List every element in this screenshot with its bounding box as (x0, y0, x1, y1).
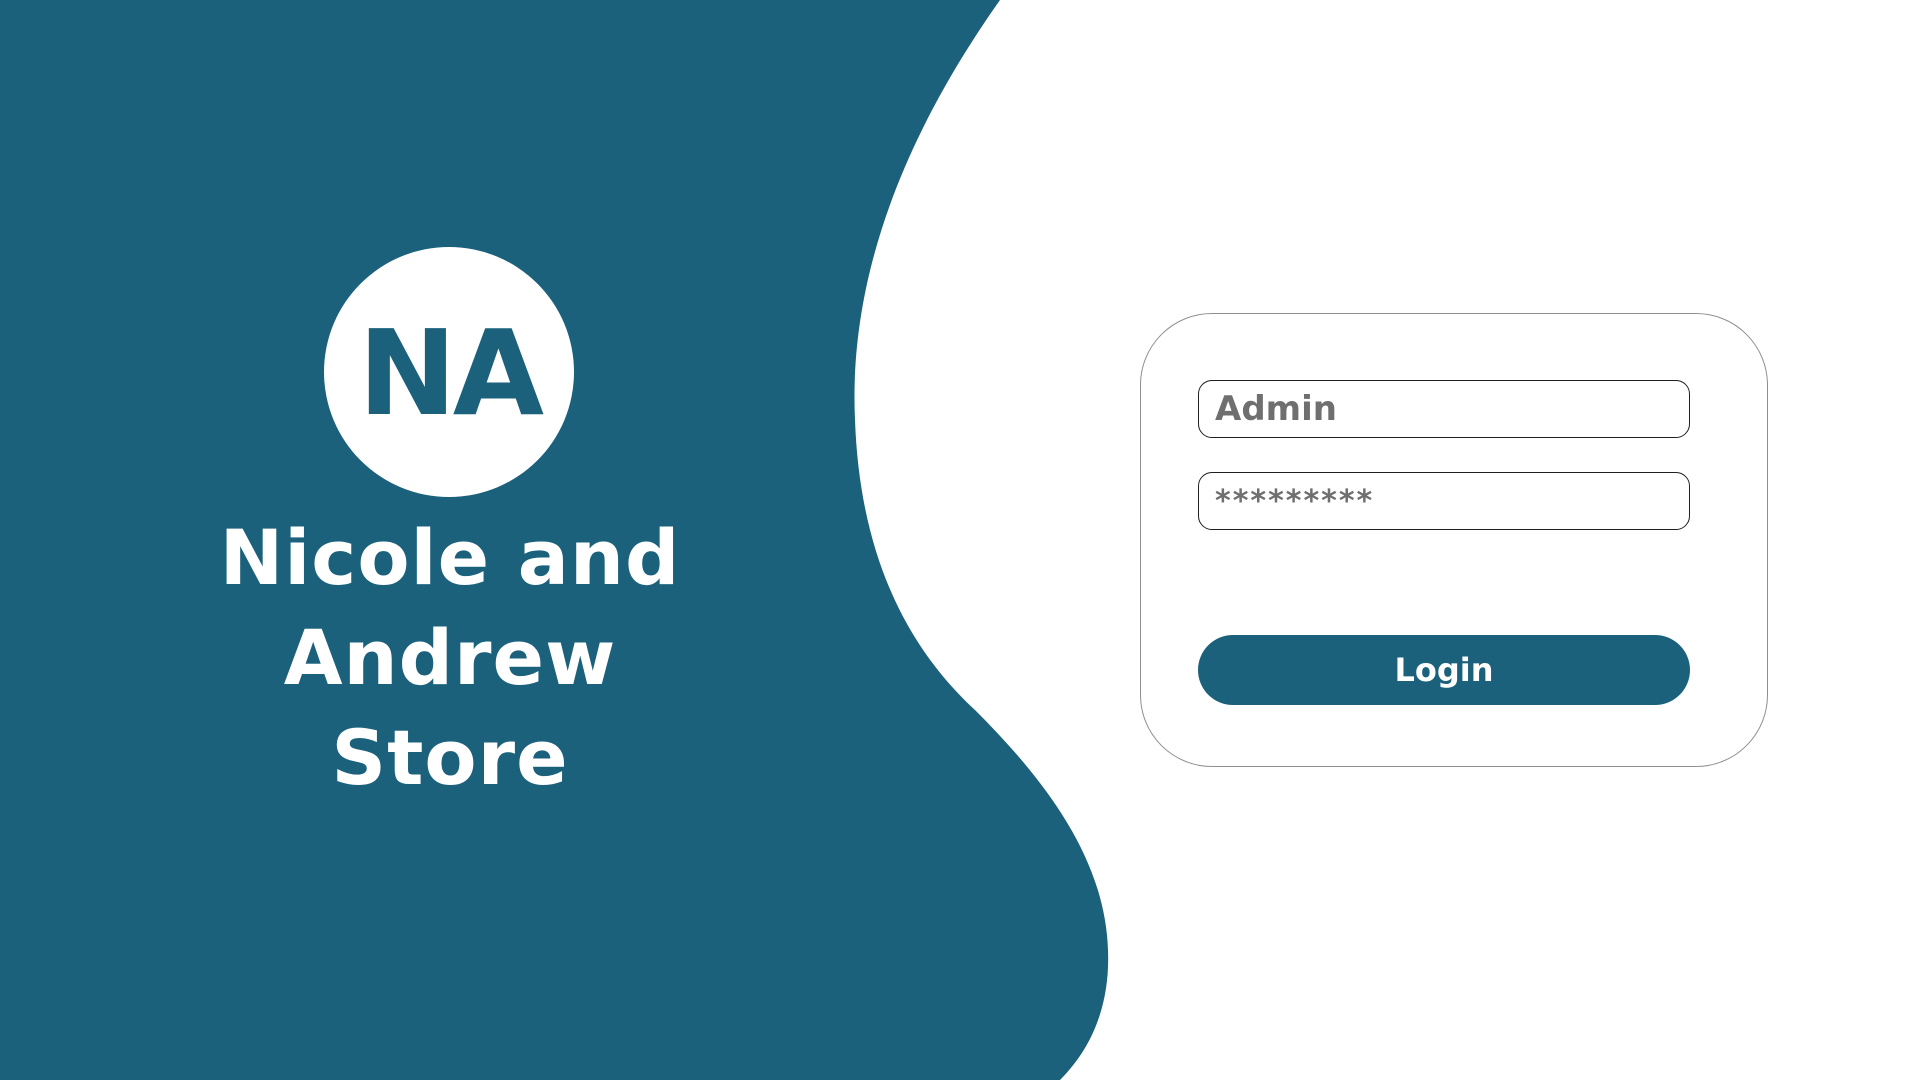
login-page: NA Nicole and Andrew Store Login (0, 0, 1920, 1080)
brand-logo-text: NA (357, 304, 544, 442)
password-field[interactable] (1198, 472, 1690, 530)
login-button[interactable]: Login (1198, 635, 1690, 705)
store-title: Nicole and Andrew Store (60, 508, 840, 808)
store-title-line2: Store (331, 713, 569, 802)
store-title-line1: Nicole and Andrew (219, 513, 681, 702)
brand-logo: NA (324, 247, 574, 497)
brand-panel: NA Nicole and Andrew Store (0, 0, 900, 1080)
username-field[interactable] (1198, 380, 1690, 438)
login-card: Login (1140, 313, 1768, 767)
